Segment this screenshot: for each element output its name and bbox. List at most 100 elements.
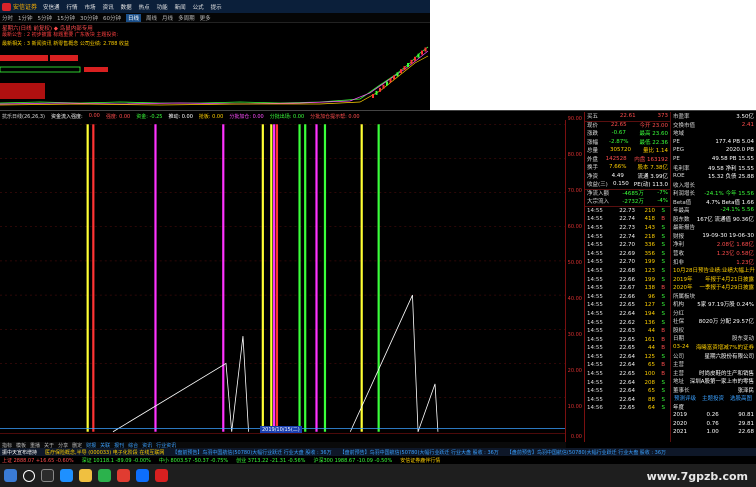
trade-cell: S (661, 310, 666, 317)
f10-row: 交换市值 2.41 (671, 121, 756, 130)
y-tick-label: 0.00 (570, 434, 582, 440)
task-view-icon[interactable] (41, 469, 54, 482)
indicator-name[interactable]: 抗乐日线(26,26,3) (2, 113, 45, 120)
f10-row: 分红 (671, 309, 756, 318)
trade-cell: 22.64 (619, 396, 635, 403)
f10-label: 股权 (673, 327, 685, 334)
menu-item[interactable]: 资讯 (103, 3, 114, 11)
wechat-icon[interactable] (98, 469, 111, 482)
trade-cell: 14:55 (587, 396, 603, 403)
period-tab[interactable]: 30分钟 (80, 14, 98, 22)
search-icon[interactable] (23, 469, 35, 482)
forecast-row: 年度 (671, 403, 756, 412)
quote-value: 22.61 (619, 113, 636, 120)
trade-cell: 22.64 (619, 379, 635, 386)
trade-list[interactable]: 14:55 22.73 210 S 14:55 22.74 418 B 14:55 22.73 14… (585, 205, 670, 413)
trade-cell: 14:55 (587, 285, 603, 292)
trade-cell: 44 (648, 328, 655, 335)
trade-cell: 14:55 (587, 259, 603, 266)
f10-list: 市盈率 3.50亿 交换市值 2.41 地域 PE 177.4 PB 5.04 PEG 2020… (671, 112, 756, 394)
indicator-value: 资金: -0.25 (136, 113, 163, 120)
menu-item[interactable]: 安信通 (43, 3, 60, 11)
f10-label: Beta值 (673, 199, 692, 206)
menu-item[interactable]: 热点 (139, 3, 150, 11)
trade-cell: 22.65 (619, 336, 635, 343)
news-item[interactable]: 振中天宣布增持 (2, 449, 37, 456)
menu-item[interactable]: 功能 (157, 3, 168, 11)
news-item[interactable]: 【盘前预告】鸟羽中国航信(50780)大幅行业跃迁 行业大盘 股收 : 36万 (340, 449, 499, 456)
index-item[interactable]: 深证 10118.1 -89.09 -0.00% (82, 457, 151, 464)
menu-item[interactable]: 市场 (85, 3, 96, 11)
period-tab[interactable]: 更多 (200, 14, 211, 22)
quote-value: 0.150 (612, 181, 629, 188)
news-item[interactable]: 【盘前预告】鸟羽中国航信(50780)大幅行业跃迁 行业大盘 股收 : 36万 (172, 449, 331, 456)
period-tab[interactable]: 多周期 (178, 14, 195, 22)
index-item[interactable]: 中小 8003.57 -50.37 -0.75% (159, 457, 228, 464)
f10-value: 2.41 (741, 121, 754, 128)
app-icon[interactable] (117, 469, 130, 482)
signal-bar (222, 124, 225, 432)
menu-item[interactable]: 行情 (67, 3, 78, 11)
menu-item[interactable]: 新闻 (175, 3, 186, 11)
f10-row: 03-24 海曦富资增减7%的证券 (671, 343, 756, 352)
trade-cell: 14:55 (587, 293, 603, 300)
indicator-chart[interactable] (0, 120, 566, 442)
trade-cell: 22.65 (619, 345, 635, 352)
trade-row: 14:55 22.66 199 S (585, 275, 670, 284)
f10-label: 董事长 (673, 387, 690, 394)
trade-row: 14:55 22.66 96 S (585, 292, 670, 301)
trade-cell: 14:55 (587, 328, 603, 335)
trade-cell: 22.65 (619, 302, 635, 309)
index-item[interactable]: 安信证券鹿伴行情 (400, 457, 440, 464)
trade-cell: 199 (644, 276, 656, 283)
f10-row: PE 49.58 PB 15.55 (671, 155, 756, 164)
f10-row: Beta值 4.7% Beta值 1.66 (671, 197, 756, 206)
trade-cell: S (661, 267, 666, 274)
quote-label: 收益(三) (587, 182, 608, 189)
trade-cell: 14:55 (587, 276, 603, 283)
index-item[interactable]: 创业 3713.22 -21.31 -0.56% (236, 457, 305, 464)
quote-row: 买五 22.61 373 (585, 112, 670, 121)
signal-bar (273, 124, 276, 432)
menu-item[interactable]: 数据 (121, 3, 132, 11)
volume-block (0, 55, 48, 61)
f10-tab[interactable]: 主题投资 (702, 394, 724, 402)
period-tab[interactable]: 月线 (162, 14, 173, 22)
signal-bar (360, 124, 363, 432)
period-tab-active[interactable]: 日线 (126, 13, 142, 22)
f10-tab[interactable]: 选股高图 (730, 394, 752, 402)
period-tab[interactable]: 60分钟 (103, 14, 121, 22)
index-ticker[interactable]: 上证 2888.07 +16.65 -0.60% 深证 10118.1 -89.0… (0, 456, 756, 464)
news-item[interactable]: 【盘前预告】鸟羽中国航信(50780)大幅行业跃迁 行业大盘 股收 : 36万 (507, 449, 666, 456)
trade-cell: S (661, 224, 666, 231)
f10-row: 公司 星期六股份有限公司 (671, 351, 756, 360)
trade-cell: 14:55 (587, 345, 603, 352)
news-ticker[interactable]: 振中天宣布增持 医疗保险概念,半导 (000033) 电子化阶段 在线互联网 【盘前… (0, 448, 756, 456)
period-tab[interactable]: 分时 (2, 14, 13, 22)
y-tick-label: 30.00 (567, 332, 582, 338)
trading-app-icon[interactable] (155, 469, 168, 482)
quote-value: 7.66% (609, 164, 627, 171)
period-tab[interactable]: 1分钟 (18, 14, 33, 22)
trade-row: 14:55 22.64 208 S (585, 378, 670, 387)
windows-start-icon[interactable] (4, 469, 17, 482)
index-item[interactable]: 上证 2888.07 +16.65 -0.60% (2, 457, 74, 464)
period-tab[interactable]: 5分钟 (38, 14, 53, 22)
browser-icon[interactable] (136, 469, 149, 482)
file-explorer-icon[interactable] (79, 469, 92, 482)
news-item[interactable]: 医疗保险概念,半导 (000033) 电子化阶段 在线互联网 (45, 449, 164, 456)
period-tab[interactable]: 周线 (146, 14, 157, 22)
f10-tab[interactable]: 预测评级 (674, 394, 696, 402)
menu-item[interactable]: 公式 (193, 3, 204, 11)
trade-cell: 14:55 (587, 371, 603, 378)
period-tab[interactable]: 15分钟 (57, 14, 75, 22)
menu-item[interactable]: 提示 (211, 3, 222, 11)
trade-cell: S (661, 293, 666, 300)
trade-cell: 356 (644, 250, 656, 257)
trade-cell: B (661, 285, 665, 292)
candle (414, 56, 416, 61)
trade-cell: 218 (644, 233, 656, 240)
index-item[interactable]: 沪深300 1988.67 -10.09 -0.50% (313, 457, 392, 464)
edge-browser-icon[interactable] (60, 469, 73, 482)
trade-cell: 14:55 (587, 224, 603, 231)
